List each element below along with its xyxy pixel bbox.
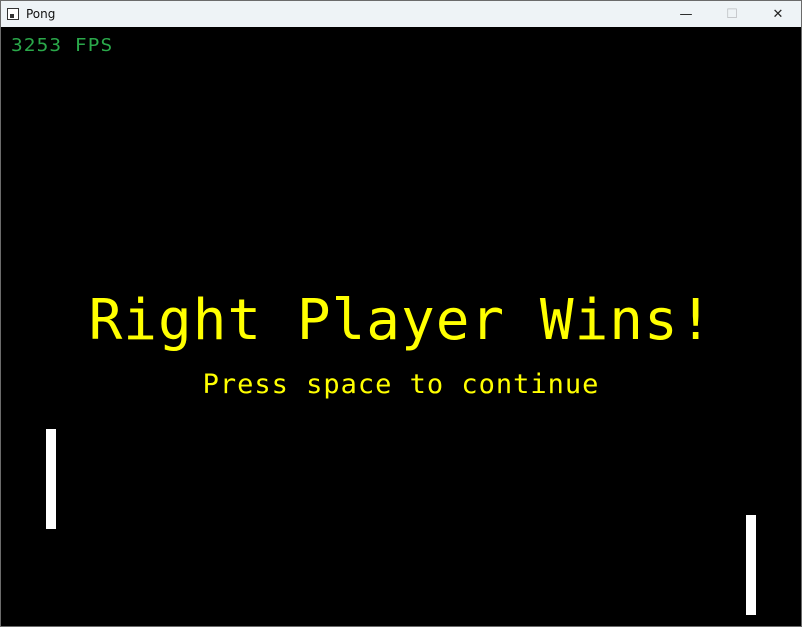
minimize-button[interactable]: — <box>663 1 709 27</box>
maximize-icon: ☐ <box>726 6 738 22</box>
close-button[interactable]: ✕ <box>755 1 801 27</box>
fps-counter: 3253 FPS <box>11 35 114 56</box>
close-icon: ✕ <box>772 6 784 22</box>
app-window-icon <box>7 8 19 20</box>
continue-prompt: Press space to continue <box>202 369 600 400</box>
pong-window: Pong — ☐ ✕ 3253 FPS Right Player Wins! P… <box>0 0 802 627</box>
winner-message: Right Player Wins! <box>88 288 714 353</box>
title-bar[interactable]: Pong — ☐ ✕ <box>1 1 801 27</box>
window-controls: — ☐ ✕ <box>663 1 801 27</box>
minimize-icon: — <box>679 6 693 22</box>
window-title: Pong <box>26 7 56 21</box>
maximize-button[interactable]: ☐ <box>709 1 755 27</box>
right-paddle <box>746 515 756 615</box>
left-paddle <box>46 429 56 529</box>
game-canvas[interactable]: 3253 FPS Right Player Wins! Press space … <box>1 27 801 626</box>
